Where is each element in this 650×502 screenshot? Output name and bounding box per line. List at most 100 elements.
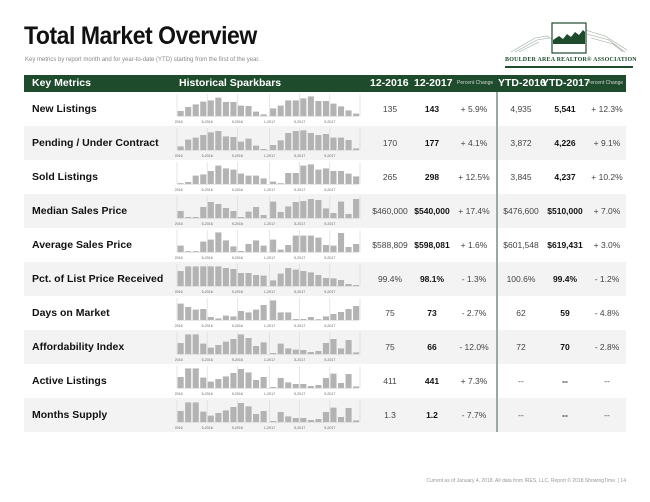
- sparkbar-axis-label: 5-2016: [202, 154, 213, 158]
- sparkbar: [292, 384, 299, 388]
- sparkbar: [230, 137, 237, 150]
- header-key-metrics: Key Metrics: [32, 77, 91, 89]
- sparkbar: [207, 317, 214, 320]
- sparkbar: [315, 319, 322, 320]
- sparkbar: [215, 345, 222, 354]
- sparkbar: [345, 247, 352, 252]
- value-percent-change-ytd: - 4.8%: [594, 308, 620, 318]
- sparkbar: [307, 96, 314, 116]
- sparkbar: [215, 379, 222, 388]
- sparkbar: [270, 181, 277, 184]
- sparkbar-axis-label: 9-2017: [324, 324, 335, 328]
- table-row: Pct. of List Price Received 1-2016 5-2016 9…: [24, 262, 626, 296]
- table-row: Months Supply 1-2016 5-2016 9-2016 1-2017 5-2…: [24, 398, 626, 432]
- sparkbar: [260, 178, 267, 184]
- sparkbar-axis-label: 1-2017: [264, 154, 275, 158]
- sparkbar-axis-label: 5-2017: [294, 154, 305, 158]
- sparkbar: [300, 418, 307, 422]
- sparkbar: [185, 402, 192, 422]
- sparkbar: [322, 278, 329, 286]
- sparkbar: [185, 266, 192, 286]
- sparkbar: [192, 368, 199, 388]
- sparkbar-axis-label: 9-2017: [324, 392, 335, 396]
- sparkbar-axis-label: 1-2016: [175, 256, 183, 260]
- sparkbar: [300, 384, 307, 388]
- sparkbar-axis-label: 9-2016: [232, 154, 243, 158]
- sparkbar: [330, 103, 337, 116]
- sparkbar-axis-label: 9-2017: [324, 188, 335, 192]
- sparkbar-axis-label: 1-2016: [175, 120, 183, 124]
- sparkbar-axis-label: 9-2017: [324, 154, 335, 158]
- sparkbar: [322, 208, 329, 218]
- sparkbar: [285, 312, 292, 320]
- sparkbar: [292, 202, 299, 218]
- sparkbar-axis-label: 1-2016: [175, 188, 183, 192]
- sparkbar: [322, 168, 329, 184]
- sparkbar: [345, 340, 352, 354]
- sparkbar: [277, 212, 284, 218]
- sparkbar-axis-label: 9-2016: [232, 426, 243, 430]
- sparkbar: [277, 105, 284, 116]
- sparkbar: [207, 415, 214, 422]
- sparkbar: [230, 246, 237, 252]
- sparkbar: [237, 273, 245, 286]
- sparkbar: [292, 131, 299, 150]
- sparkbar: [292, 418, 299, 422]
- sparkbar: [177, 211, 184, 218]
- sparkbar: [222, 240, 229, 252]
- sparkbar: [353, 148, 360, 150]
- sparkbar: [300, 165, 307, 184]
- header-percent-change: Percent Change: [457, 80, 494, 86]
- sparkbar: [307, 272, 314, 286]
- sparkbar-axis-label: 9-2016: [232, 120, 243, 124]
- sparkbar: [277, 273, 284, 286]
- sparkbar-chart: 1-2016 5-2016 9-2016 1-2017 5-2017 9-2017: [175, 94, 361, 124]
- sparkbar: [245, 338, 252, 354]
- ytd-divider: [496, 92, 498, 432]
- metric-label: Months Supply: [32, 409, 108, 421]
- sparkbar: [315, 169, 322, 184]
- sparkbar: [285, 382, 292, 388]
- logo-rule: [505, 66, 633, 68]
- page-subtitle: Key metrics by report month and for year…: [25, 57, 260, 63]
- sparkbar: [200, 377, 207, 388]
- sparkbar: [192, 251, 199, 252]
- sparkbar: [260, 411, 267, 422]
- sparkbar-chart: 1-2016 5-2016 9-2016 1-2017 5-2017 9-2017: [175, 230, 361, 260]
- sparkbar-axis-label: 5-2016: [202, 188, 213, 192]
- sparkbar: [300, 271, 307, 286]
- sparkbar-axis-label: 5-2017: [294, 392, 305, 396]
- sparkbar: [337, 312, 345, 320]
- value-percent-change-ytd: + 9.1%: [593, 138, 621, 148]
- sparkbar-axis-label: 9-2016: [232, 222, 243, 226]
- sparkbar: [253, 414, 260, 422]
- sparkbar-axis-label: 9-2016: [232, 358, 243, 362]
- sparkbar: [315, 101, 322, 116]
- sparkbar: [277, 140, 284, 150]
- metric-label: Average Sales Price: [32, 239, 133, 251]
- sparkbar: [215, 204, 222, 218]
- sparkbar: [200, 241, 207, 252]
- sparkbar: [215, 165, 222, 184]
- sparkbar: [337, 348, 345, 354]
- sparkbar: [222, 136, 229, 150]
- sparkbar: [345, 140, 352, 150]
- sparkbar: [322, 134, 329, 150]
- sparkbar: [260, 377, 267, 388]
- sparkbar-axis-label: 1-2016: [175, 222, 183, 226]
- sparkbar: [353, 352, 360, 354]
- sparkbar: [260, 275, 267, 286]
- sparkbar: [207, 239, 214, 252]
- sparkbar: [330, 314, 337, 320]
- sparkbar: [260, 215, 267, 218]
- mountain-logo-icon: [510, 22, 628, 54]
- sparkbar: [200, 411, 207, 422]
- sparkbar: [322, 245, 329, 252]
- value-percent-change-ytd: --: [604, 376, 610, 386]
- sparkbar: [200, 207, 207, 218]
- sparkbar: [185, 307, 192, 320]
- sparkbar: [207, 132, 214, 150]
- value-percent-change-ytd: + 3.0%: [593, 240, 621, 250]
- metric-label: Sold Listings: [32, 171, 98, 183]
- sparkbar: [270, 387, 277, 388]
